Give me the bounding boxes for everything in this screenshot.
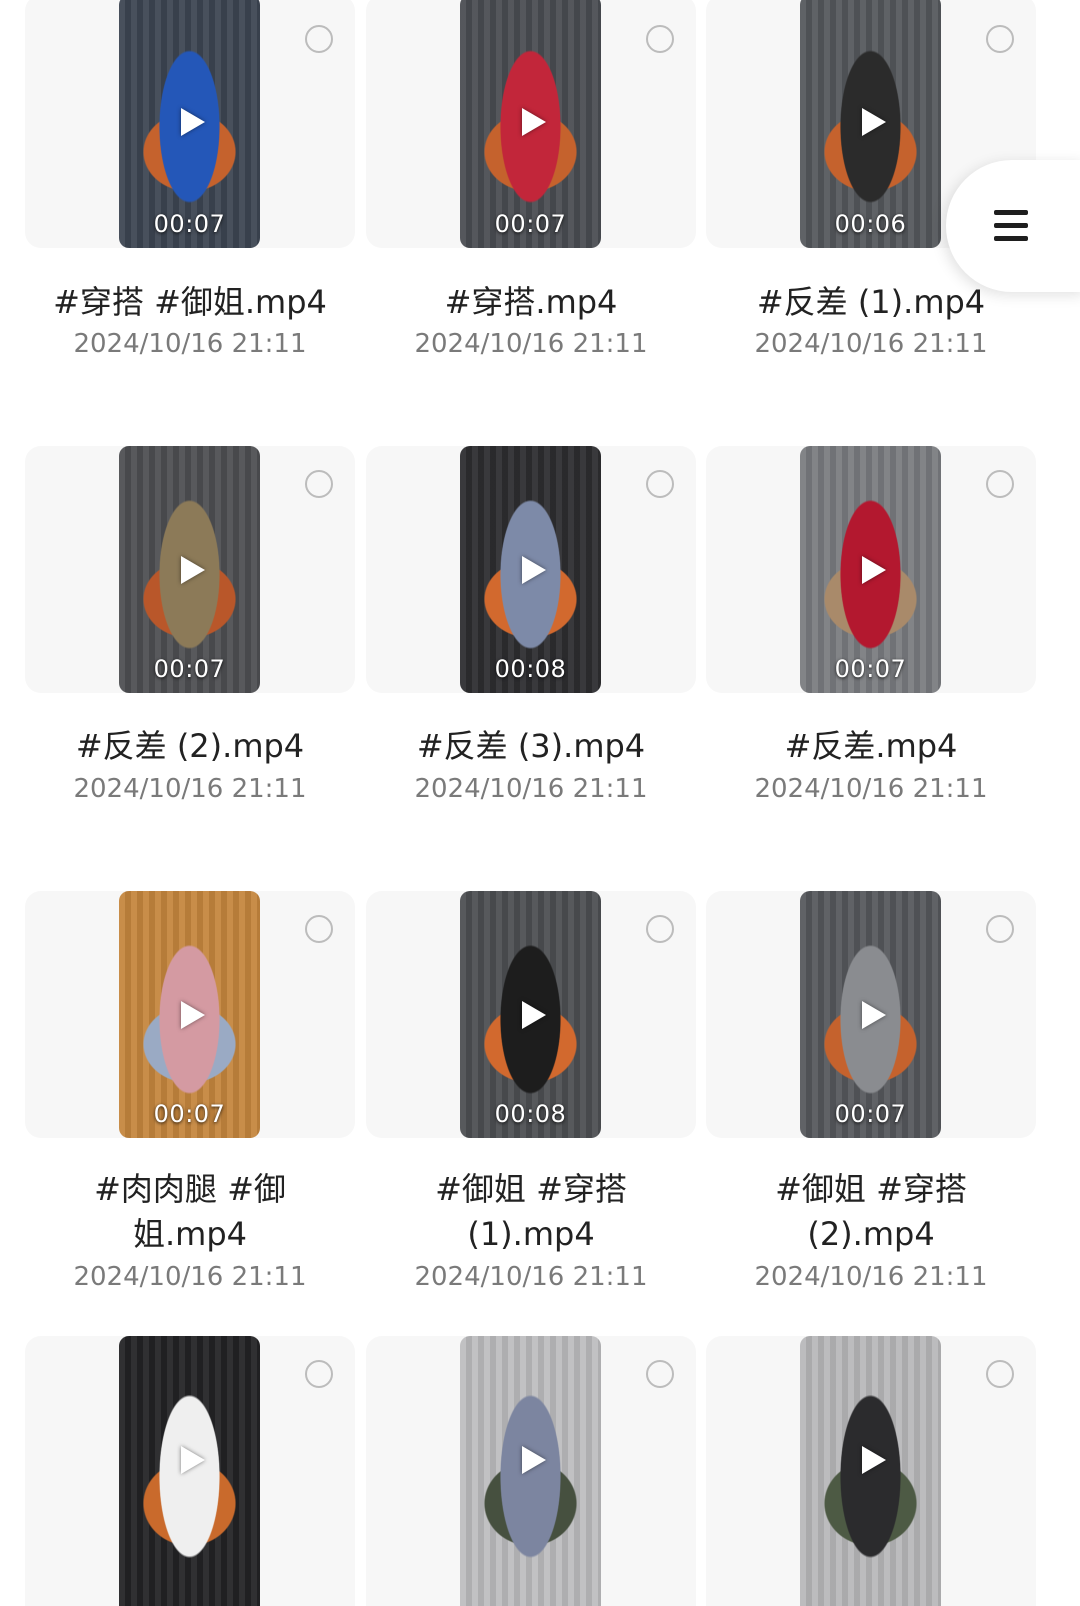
select-checkbox[interactable] (305, 470, 333, 498)
select-checkbox[interactable] (986, 915, 1014, 943)
file-name: #穿搭 #御姐.mp4 (53, 283, 327, 321)
file-date: 2024/10/16 21:11 (414, 774, 648, 804)
video-thumbnail[interactable] (460, 1336, 601, 1606)
file-date: 2024/10/16 21:11 (414, 329, 648, 359)
thumbnail-area[interactable]: 00:07 (25, 891, 355, 1138)
play-icon (180, 1446, 205, 1475)
video-thumbnail[interactable]: 00:07 (119, 446, 260, 693)
file-name: #肉肉腿 #御姐.mp4 (94, 1170, 286, 1253)
select-checkbox[interactable] (305, 25, 333, 53)
thumbnail-area[interactable]: 00:07 (706, 446, 1036, 693)
duration-label: 00:08 (494, 655, 567, 683)
play-icon (861, 1000, 886, 1029)
select-checkbox[interactable] (305, 1360, 333, 1388)
file-name: #反差 (3).mp4 (416, 727, 646, 765)
video-thumbnail[interactable]: 00:08 (460, 446, 601, 693)
file-date: 2024/10/16 21:11 (73, 774, 307, 804)
file-date: 2024/10/16 21:11 (754, 329, 988, 359)
play-icon (521, 107, 546, 136)
video-thumbnail[interactable]: 00:07 (460, 0, 601, 248)
thumbnail-area[interactable] (366, 1336, 696, 1606)
thumbnail-area[interactable]: 00:07 (366, 0, 696, 248)
select-checkbox[interactable] (986, 25, 1014, 53)
select-checkbox[interactable] (986, 470, 1014, 498)
play-icon (180, 1000, 205, 1029)
play-icon (861, 555, 886, 584)
video-grid: 00:07 #穿搭 #御姐.mp4 2024/10/16 21:11 00:07… (0, 0, 1080, 1606)
file-name: #反差.mp4 (784, 727, 958, 765)
video-thumbnail[interactable]: 00:07 (800, 446, 941, 693)
select-checkbox[interactable] (646, 915, 674, 943)
thumbnail-area[interactable] (25, 1336, 355, 1606)
duration-label: 00:07 (834, 655, 907, 683)
duration-label: 00:07 (834, 1100, 907, 1128)
play-icon (521, 1446, 546, 1475)
select-checkbox[interactable] (305, 915, 333, 943)
video-thumbnail[interactable]: 00:07 (119, 891, 260, 1138)
select-checkbox[interactable] (986, 1360, 1014, 1388)
file-date: 2024/10/16 21:11 (414, 1262, 648, 1292)
menu-button[interactable] (946, 160, 1080, 292)
play-icon (861, 1446, 886, 1475)
video-thumbnail[interactable]: 00:07 (800, 891, 941, 1138)
duration-label: 00:07 (153, 655, 226, 683)
file-name: #穿搭.mp4 (444, 283, 618, 321)
duration-label: 00:07 (153, 1100, 226, 1128)
thumbnail-area[interactable]: 00:07 (706, 891, 1036, 1138)
duration-label: 00:07 (153, 210, 226, 238)
thumbnail-area[interactable]: 00:07 (25, 0, 355, 248)
play-icon (180, 555, 205, 584)
thumbnail-area[interactable]: 00:07 (25, 446, 355, 693)
file-date: 2024/10/16 21:11 (754, 774, 988, 804)
video-thumbnail[interactable] (119, 1336, 260, 1606)
select-checkbox[interactable] (646, 470, 674, 498)
duration-label: 00:08 (494, 1100, 567, 1128)
select-checkbox[interactable] (646, 1360, 674, 1388)
play-icon (861, 107, 886, 136)
play-icon (521, 555, 546, 584)
select-checkbox[interactable] (646, 25, 674, 53)
duration-label: 00:07 (494, 210, 567, 238)
video-thumbnail[interactable]: 00:07 (119, 0, 260, 248)
duration-label: 00:06 (834, 210, 907, 238)
file-date: 2024/10/16 21:11 (73, 329, 307, 359)
menu-icon (994, 210, 1028, 242)
file-date: 2024/10/16 21:11 (754, 1262, 988, 1292)
thumbnail-area[interactable]: 00:08 (366, 891, 696, 1138)
video-thumbnail[interactable] (800, 1336, 941, 1606)
video-thumbnail[interactable]: 00:08 (460, 891, 601, 1138)
thumbnail-area[interactable] (706, 1336, 1036, 1606)
file-name: #反差 (2).mp4 (75, 727, 305, 765)
play-icon (180, 107, 205, 136)
play-icon (521, 1000, 546, 1029)
thumbnail-area[interactable]: 00:08 (366, 446, 696, 693)
file-name: #御姐 #穿搭 (2).mp4 (775, 1170, 967, 1253)
file-date: 2024/10/16 21:11 (73, 1262, 307, 1292)
file-name: #御姐 #穿搭 (1).mp4 (435, 1170, 627, 1253)
video-thumbnail[interactable]: 00:06 (800, 0, 941, 248)
